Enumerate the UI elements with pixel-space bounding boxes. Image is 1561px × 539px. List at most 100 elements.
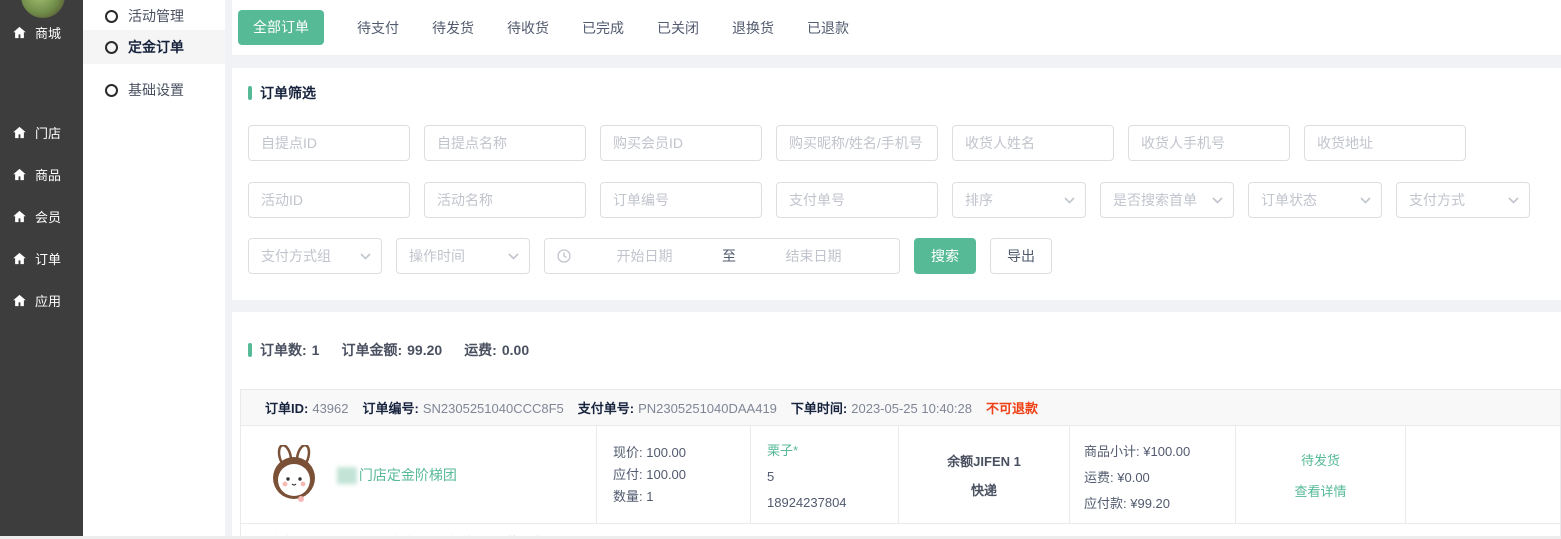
receiver-address-input[interactable] <box>1304 125 1466 161</box>
select-placeholder: 排序 <box>965 190 993 210</box>
quantity: 数量: 1 <box>613 486 750 508</box>
filter-row-2: 排序 是否搜索首单 订单状态 支付方式 <box>248 182 1530 218</box>
activity-name-input[interactable] <box>424 182 586 218</box>
buyer-level: 5 <box>767 464 898 490</box>
select-placeholder: 支付方式组 <box>261 246 331 266</box>
export-button[interactable]: 导出 <box>990 238 1052 274</box>
sort-select[interactable]: 排序 <box>952 182 1086 218</box>
chevron-down-icon <box>1064 197 1075 204</box>
app-logo <box>21 0 65 18</box>
primary-sidebar: 商城 门店 商品 会员 订单 应用 <box>0 0 83 537</box>
select-placeholder: 是否搜索首单 <box>1113 190 1197 210</box>
date-range-separator: 至 <box>718 246 740 266</box>
order-list-panel: 订单数:1 订单金额:99.20 运费:0.00 订单ID:43962 订单编号… <box>232 312 1561 539</box>
sidebar-item-store[interactable]: 门店 <box>0 120 83 144</box>
sidebar-item-label: 商城 <box>35 23 61 42</box>
buyer-name-link[interactable]: 栗子* <box>767 438 898 464</box>
receiver-name-input[interactable] <box>952 125 1114 161</box>
actions-cell: 待发货 查看详情 <box>1235 426 1405 523</box>
filter-row-1 <box>248 125 1466 161</box>
price-cell: 现价: 100.00 应付: 100.00 数量: 1 <box>596 426 750 523</box>
order-card: 订单ID:43962 订单编号:SN2305251040CCC8F5 支付单号:… <box>240 389 1561 539</box>
first-order-select[interactable]: 是否搜索首单 <box>1100 182 1234 218</box>
home-icon <box>12 209 27 224</box>
tab-closed[interactable]: 已关闭 <box>657 18 699 38</box>
order-meta-header: 订单ID:43962 订单编号:SN2305251040CCC8F5 支付单号:… <box>241 390 1560 426</box>
order-sn: 订单编号:SN2305251040CCC8F5 <box>363 398 564 417</box>
order-status-tabbar: 全部订单 待支付 待发货 待收货 已完成 已关闭 退换货 已退款 <box>232 0 1561 55</box>
receiver-phone-input[interactable] <box>1128 125 1290 161</box>
circle-icon <box>105 41 118 54</box>
current-price: 现价: 100.00 <box>613 442 750 464</box>
submenu-item-activity[interactable]: 活动管理 <box>83 0 225 32</box>
submenu-item-label: 基础设置 <box>128 80 184 100</box>
buyer-phone: 18924237804 <box>767 490 898 516</box>
payable-price: 应付: 100.00 <box>613 464 750 486</box>
order-count: 订单数:1 <box>260 340 319 360</box>
tab-returns[interactable]: 退换货 <box>732 18 774 38</box>
sidebar-item-members[interactable]: 会员 <box>0 204 83 228</box>
tab-pending-receipt[interactable]: 待收货 <box>507 18 549 38</box>
order-time: 下单时间:2023-05-25 10:40:28 <box>791 398 972 417</box>
submenu-item-label: 定金订单 <box>128 37 184 57</box>
operate-time-select[interactable]: 操作时间 <box>396 238 530 274</box>
submenu-item-deposit-orders[interactable]: 定金订单 <box>83 30 225 64</box>
chevron-down-icon <box>1360 197 1371 204</box>
tab-completed[interactable]: 已完成 <box>582 18 624 38</box>
tab-refunded[interactable]: 已退款 <box>807 18 849 38</box>
sidebar-item-goods[interactable]: 商品 <box>0 162 83 186</box>
payment-method-select[interactable]: 支付方式 <box>1396 182 1530 218</box>
order-sn-input[interactable] <box>600 182 762 218</box>
order-id: 订单ID:43962 <box>265 398 349 417</box>
buyer-cell: 栗子* 5 18924237804 <box>750 426 898 523</box>
home-icon <box>12 251 27 266</box>
accent-bar <box>248 86 252 100</box>
tab-pending-shipment[interactable]: 待发货 <box>432 18 474 38</box>
order-status-select[interactable]: 订单状态 <box>1248 182 1382 218</box>
order-amount: 订单金额:99.20 <box>341 340 442 360</box>
secondary-sidebar: 活动管理 定金订单 基础设置 <box>83 0 225 537</box>
end-date-placeholder: 结束日期 <box>740 246 887 266</box>
circle-icon <box>105 84 118 97</box>
search-button[interactable]: 搜索 <box>914 238 976 274</box>
tab-all-orders[interactable]: 全部订单 <box>238 10 324 45</box>
empty-cell <box>1405 426 1560 523</box>
chevron-down-icon <box>360 253 371 260</box>
product-name-link[interactable]: ██ 门店定金阶梯团 <box>337 426 457 523</box>
order-filter-panel: 订单筛选 排序 是否搜索首单 订单状态 支付方式 支付方式组 操作时间 <box>232 68 1561 300</box>
pickup-name-input[interactable] <box>424 125 586 161</box>
start-date-placeholder: 开始日期 <box>571 246 718 266</box>
select-placeholder: 订单状态 <box>1261 190 1317 210</box>
select-placeholder: 支付方式 <box>1409 190 1465 210</box>
view-detail-link[interactable]: 查看详情 <box>1294 481 1346 500</box>
status-label: 待发货 <box>1301 450 1340 469</box>
pickup-id-input[interactable] <box>248 125 410 161</box>
sidebar-item-orders[interactable]: 订单 <box>0 246 83 270</box>
sidebar-item-apps[interactable]: 应用 <box>0 288 83 312</box>
buyer-keyword-input[interactable] <box>776 125 938 161</box>
order-shipping: 运费:0.00 <box>464 340 529 360</box>
amount-payable: 应付款: ¥99.20 <box>1084 491 1235 517</box>
tab-pending-payment[interactable]: 待支付 <box>357 18 399 38</box>
payment-sn-input[interactable] <box>776 182 938 218</box>
delivery-cell: 余额JIFEN 1 快递 <box>898 426 1069 523</box>
sidebar-item-label: 商品 <box>35 165 61 184</box>
date-range-picker[interactable]: 开始日期 至 结束日期 <box>544 238 900 274</box>
accent-bar <box>248 343 252 357</box>
home-icon <box>12 125 27 140</box>
activity-id-input[interactable] <box>248 182 410 218</box>
payment-group-select[interactable]: 支付方式组 <box>248 238 382 274</box>
chevron-down-icon <box>1508 197 1519 204</box>
sidebar-item-mall[interactable]: 商城 <box>0 20 83 44</box>
chevron-down-icon <box>1212 197 1223 204</box>
product-cell: ██ 门店定金阶梯团 <box>241 426 596 523</box>
payment-sn: 支付单号:PN2305251040DAA419 <box>578 398 777 417</box>
filter-title-text: 订单筛选 <box>260 83 316 103</box>
delivery-method: 快递 <box>971 480 997 499</box>
buyer-member-id-input[interactable] <box>600 125 762 161</box>
submenu-item-settings[interactable]: 基础设置 <box>83 74 225 106</box>
circle-icon <box>105 10 118 23</box>
home-icon <box>12 25 27 40</box>
submenu-item-label: 活动管理 <box>128 6 184 26</box>
non-refundable-badge: 不可退款 <box>986 398 1038 417</box>
